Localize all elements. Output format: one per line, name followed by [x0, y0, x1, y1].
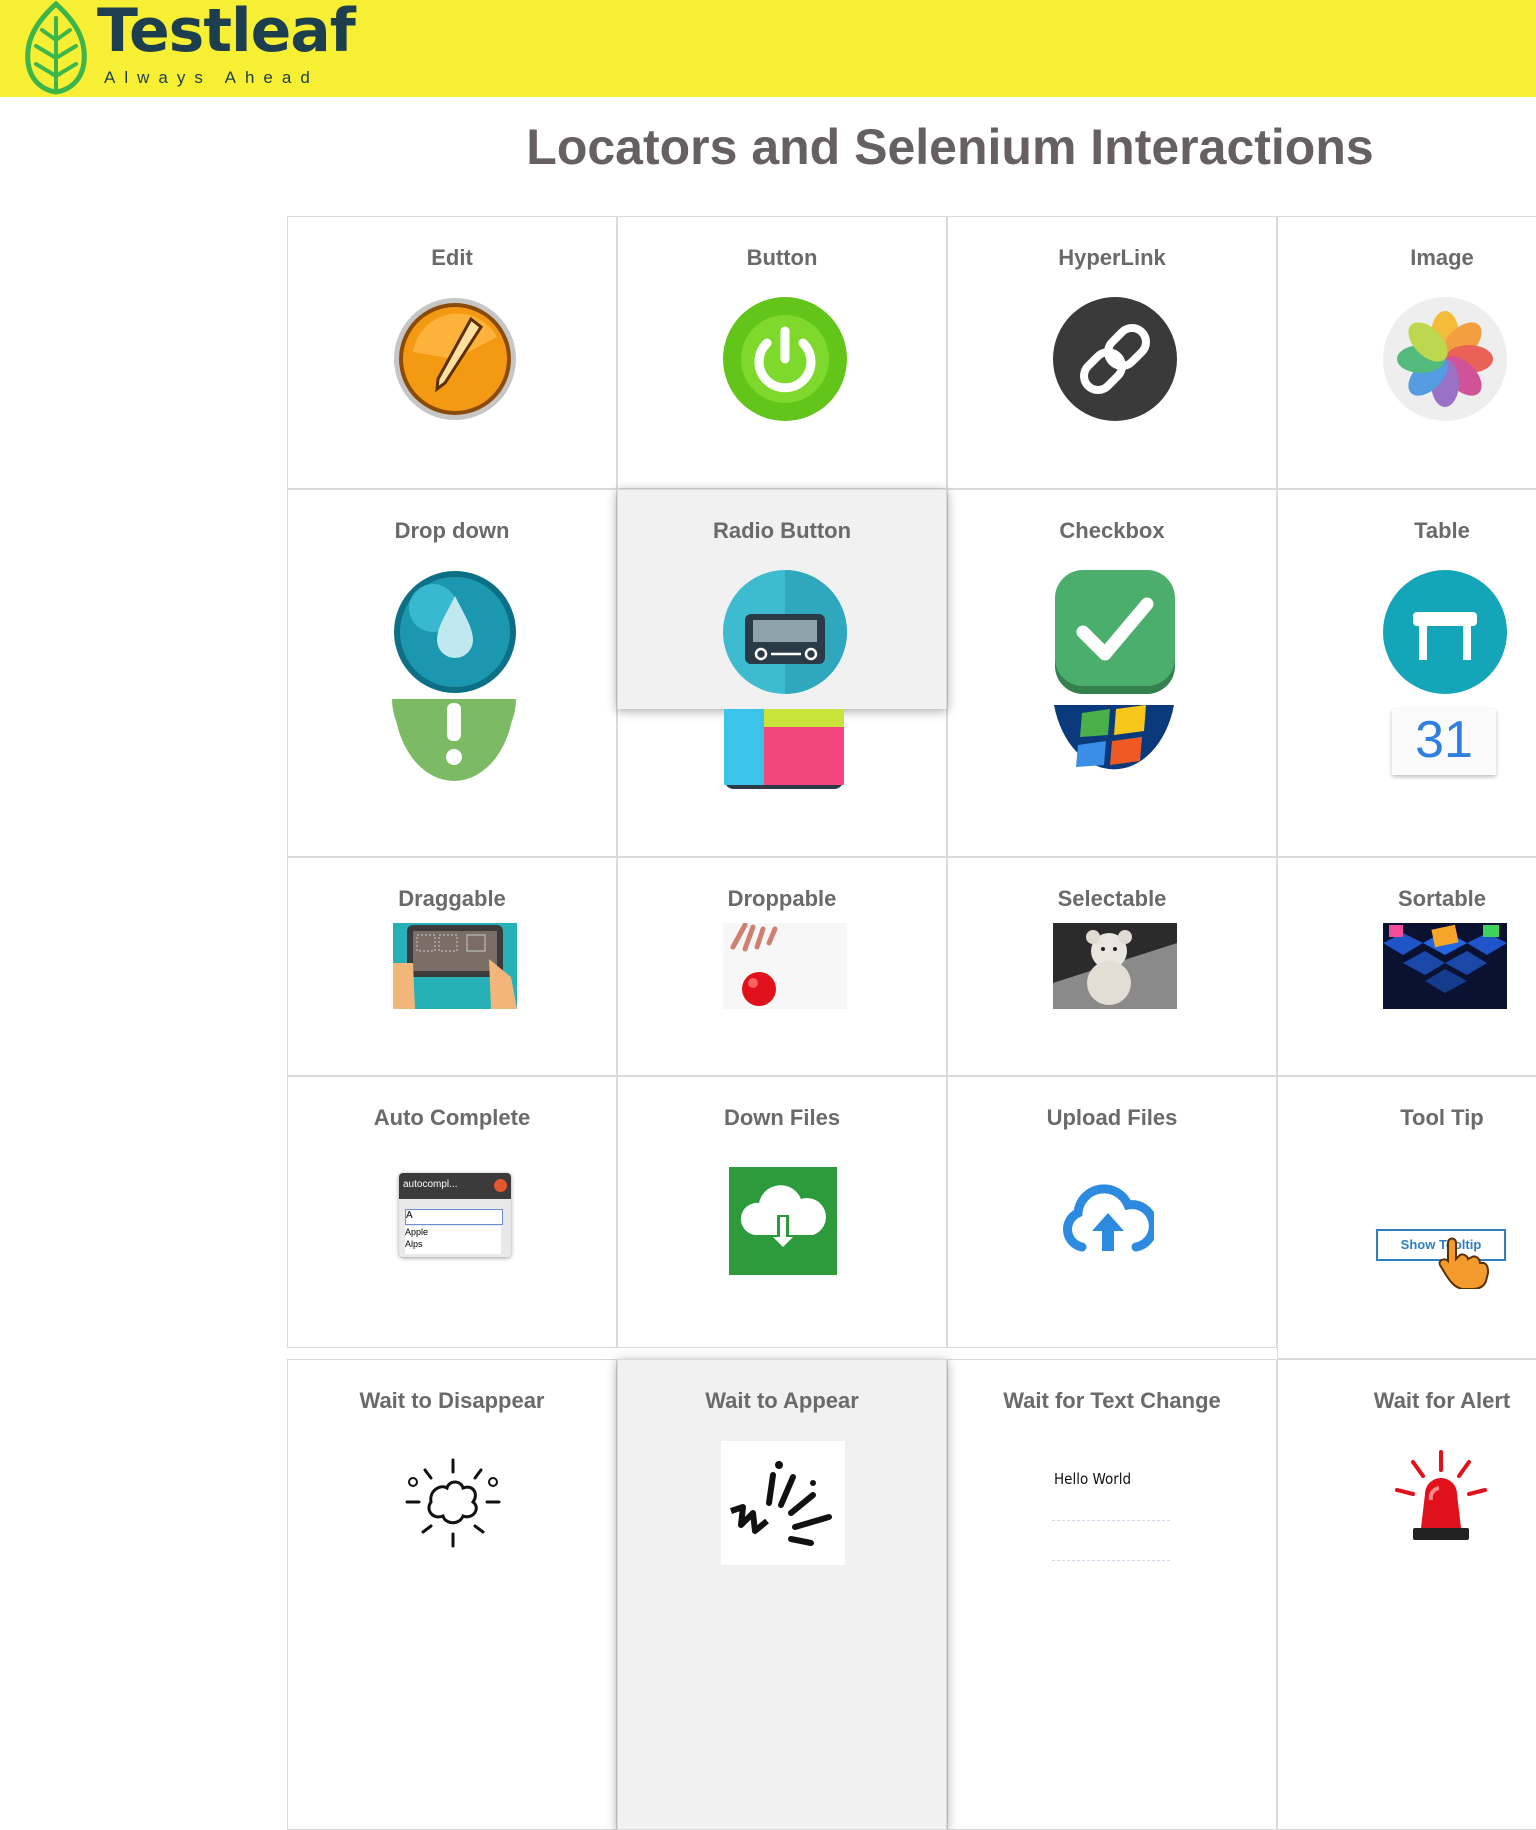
tile-hyperlink[interactable]: HyperLink	[947, 216, 1277, 489]
cloud-upload-icon	[1063, 1184, 1154, 1252]
autocomplete-window-icon: autocompl... A Apple Alps	[399, 1173, 511, 1257]
calendar-icon: 31	[1382, 709, 1506, 785]
testleaf-logo[interactable]: Testleaf Always Ahead	[22, 0, 356, 97]
tile-button[interactable]: Button	[617, 216, 947, 489]
autocomplete-option: Alps	[405, 1239, 423, 1249]
autocomplete-window-title: autocompl...	[403, 1179, 458, 1190]
leaf-icon	[25, 0, 87, 95]
tile-table[interactable]: Table	[1277, 489, 1536, 857]
frame-icon	[724, 709, 844, 789]
cloud-download-icon	[729, 1167, 837, 1275]
teddy-bear-image	[1053, 923, 1177, 1009]
page-title: Locators and Selenium Interactions	[526, 119, 1374, 175]
tile-droppable[interactable]: Droppable	[617, 857, 947, 1076]
tile-label: Edit	[431, 245, 473, 270]
brand-name: Testleaf	[97, 0, 356, 66]
tile-label: Image	[1410, 245, 1474, 270]
tile-radio-button[interactable]: Radio Button	[617, 489, 947, 709]
tile-label: Upload Files	[1046, 1105, 1178, 1130]
tablet-drag-icon	[393, 923, 517, 1009]
text-change-icon: Hello World	[1050, 1440, 1174, 1564]
pencil-icon	[394, 298, 516, 420]
table-icon	[1383, 570, 1507, 694]
tile-label: Wait for Text Change	[1003, 1388, 1221, 1413]
tile-label: Selectable	[1057, 886, 1167, 911]
tile-label: Down Files	[723, 1105, 841, 1130]
tile-label: Droppable	[727, 886, 837, 911]
siren-icon	[1395, 1450, 1487, 1540]
spark-icon	[721, 1441, 845, 1565]
photos-icon	[1383, 297, 1507, 421]
radio-icon	[723, 570, 847, 694]
header-bar: Testleaf Always Ahead	[0, 0, 1536, 97]
calendar-day: 31	[1415, 711, 1473, 769]
drop-ball-icon	[723, 923, 847, 1009]
tile-image[interactable]: Image	[1277, 216, 1536, 489]
tile-label: Tool Tip	[1400, 1105, 1484, 1130]
tile-down-files[interactable]: Down Files	[617, 1076, 947, 1348]
tile-wait-to-appear[interactable]: Wait to Appear	[617, 1359, 947, 1830]
tile-label: Checkbox	[1059, 518, 1165, 543]
tile-label: Drop down	[394, 518, 510, 543]
windows-logo-icon	[1054, 705, 1174, 770]
close-icon	[494, 1179, 507, 1192]
tile-label: Button	[746, 245, 818, 270]
autocomplete-options: Apple Alps	[405, 1226, 501, 1254]
cubes-image	[1383, 923, 1507, 1009]
tile-selectable[interactable]: Selectable	[947, 857, 1277, 1076]
hand-cursor-icon	[1438, 1237, 1490, 1289]
checkmark-icon	[1055, 570, 1175, 694]
tile-auto-complete[interactable]: Auto Complete autocompl... A Apple Alps	[287, 1076, 617, 1348]
brand-tagline: Always Ahead	[104, 68, 319, 87]
tile-drop-down[interactable]: Drop down	[287, 489, 617, 857]
power-icon	[723, 297, 847, 421]
tile-draggable[interactable]: Draggable	[287, 857, 617, 1076]
tile-label: Draggable	[398, 886, 506, 911]
tile-tool-tip[interactable]: Tool Tip Show Tooltip	[1277, 1076, 1536, 1359]
tile-label: Sortable	[1397, 886, 1487, 911]
tile-label: Radio Button	[712, 518, 852, 543]
explosion-icon	[405, 1458, 501, 1548]
tile-label: Wait to Appear	[705, 1388, 859, 1413]
text-change-text: Hello World	[1054, 1470, 1132, 1488]
link-icon	[1053, 297, 1177, 421]
autocomplete-input: A	[405, 1209, 503, 1225]
tile-label: HyperLink	[1058, 245, 1166, 270]
drop-icon	[394, 571, 516, 693]
alert-exclamation-icon	[392, 699, 516, 781]
tile-sortable[interactable]: Sortable	[1277, 857, 1536, 1076]
tile-wait-for-alert[interactable]: Wait for Alert	[1277, 1359, 1536, 1830]
tile-edit[interactable]: Edit	[287, 216, 617, 489]
tile-checkbox[interactable]: Checkbox	[947, 489, 1277, 857]
tile-label: Wait for Alert	[1373, 1388, 1511, 1413]
tile-label: Table	[1414, 518, 1470, 543]
tile-label: Auto Complete	[373, 1105, 531, 1130]
autocomplete-option: Apple	[405, 1227, 429, 1237]
tile-upload-files[interactable]: Upload Files	[947, 1076, 1277, 1348]
tile-wait-to-disappear[interactable]: Wait to Disappear	[287, 1359, 617, 1830]
tile-label: Wait to Disappear	[359, 1388, 545, 1413]
tile-wait-for-text-change[interactable]: Wait for Text Change Hello World	[947, 1359, 1277, 1830]
